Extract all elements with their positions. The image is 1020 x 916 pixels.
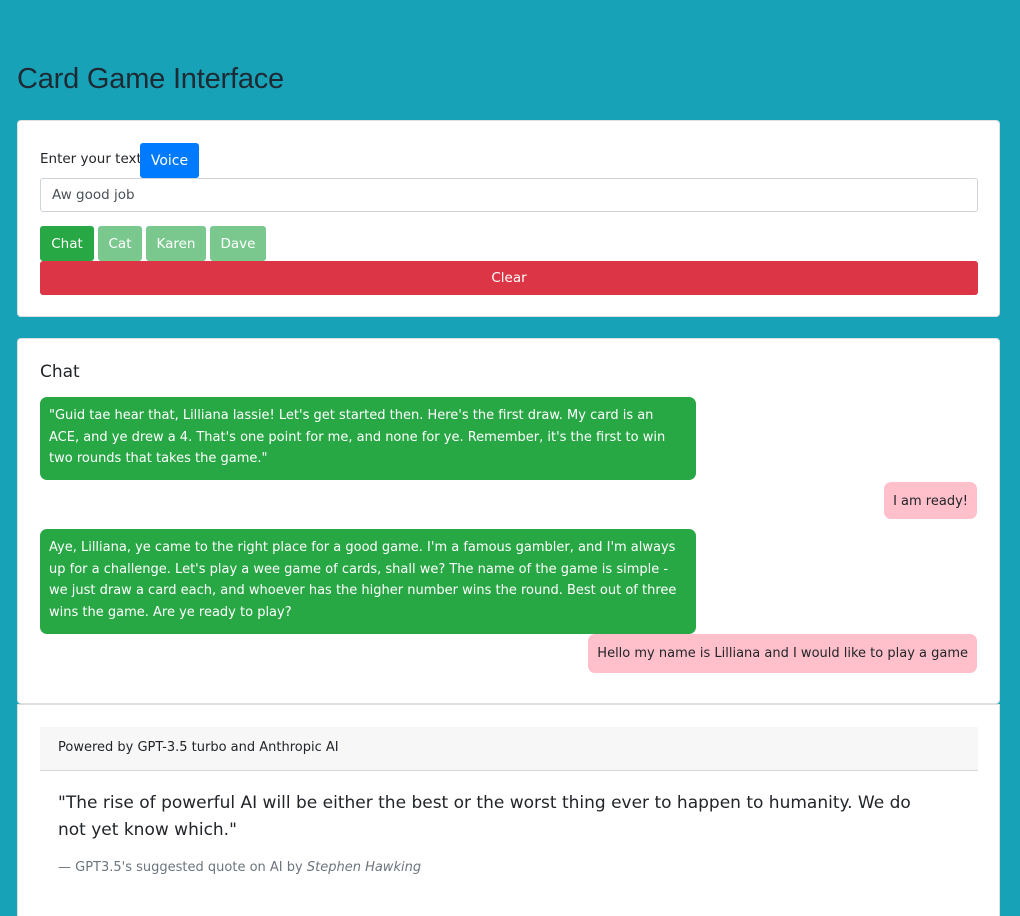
input-label: Enter your text:	[40, 151, 147, 167]
attribution-author: Stephen Hawking	[306, 860, 422, 875]
bot-message: "Guid tae hear that, Lilliana lassie! Le…	[40, 397, 696, 480]
quote-text: "The rise of powerful AI will be either …	[58, 793, 911, 840]
chat-card: Chat "Guid tae hear that, Lilliana lassi…	[17, 338, 1000, 704]
tab-dave[interactable]: Dave	[210, 226, 266, 261]
clear-button[interactable]: Clear	[40, 261, 978, 295]
input-card: Enter your text: Voice Chat Cat Karen Da…	[17, 120, 1000, 317]
bot-message: Aye, Lilliana, ye came to the right plac…	[40, 529, 696, 634]
voice-button[interactable]: Voice	[140, 143, 199, 178]
page-title: Card Game Interface	[17, 63, 284, 95]
footer-card: Powered by GPT-3.5 turbo and Anthropic A…	[17, 704, 1000, 916]
tab-cat[interactable]: Cat	[98, 226, 142, 261]
tab-chat[interactable]: Chat	[40, 226, 94, 261]
chat-heading: Chat	[40, 362, 80, 382]
user-message: Hello my name is Lilliana and I would li…	[588, 634, 977, 673]
powered-by-header: Powered by GPT-3.5 turbo and Anthropic A…	[40, 727, 978, 771]
quote-attribution: — GPT3.5's suggested quote on AI by Step…	[58, 860, 421, 875]
tab-karen[interactable]: Karen	[146, 226, 206, 261]
text-input[interactable]	[40, 178, 978, 212]
attribution-prefix: — GPT3.5's suggested quote on AI by	[58, 860, 303, 875]
user-message: I am ready!	[884, 482, 977, 519]
